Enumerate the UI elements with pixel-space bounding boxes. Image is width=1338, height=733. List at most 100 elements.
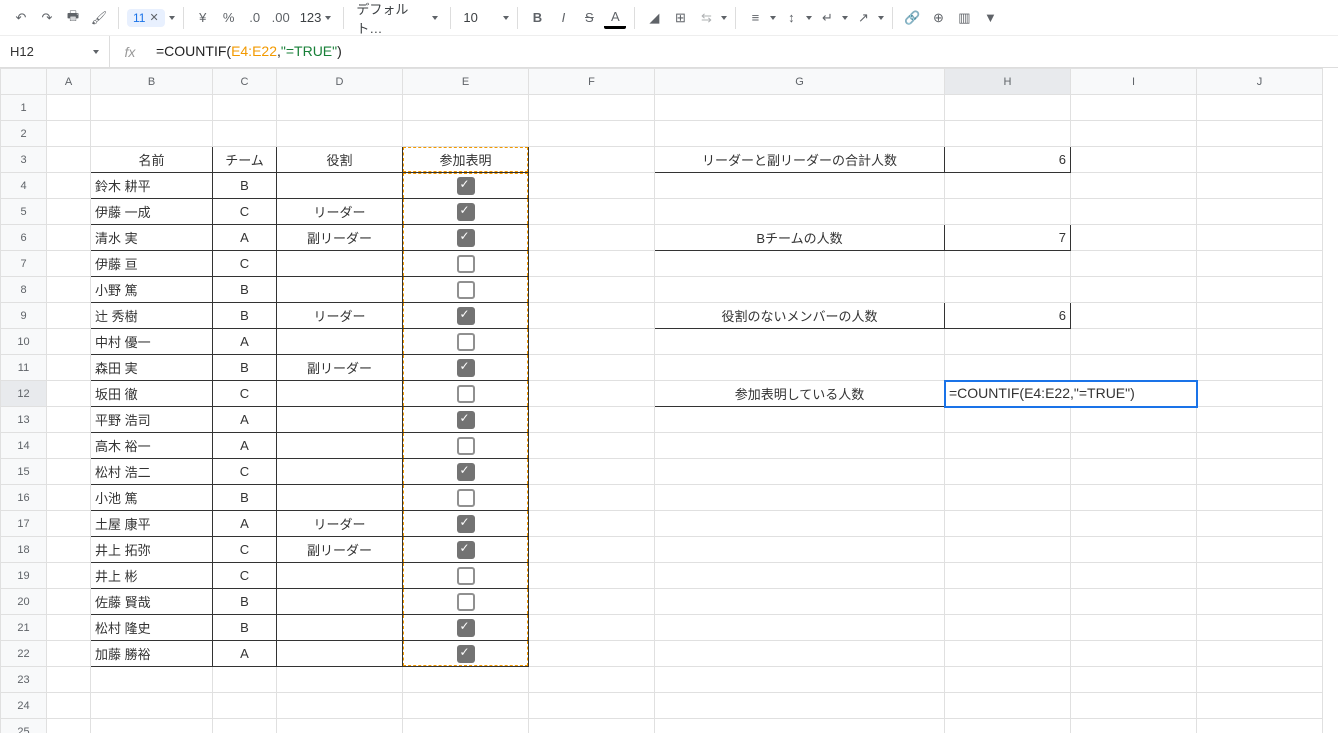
cell-H11[interactable]	[945, 355, 1071, 381]
cell-A16[interactable]	[47, 485, 91, 511]
cell-J22[interactable]	[1197, 641, 1323, 667]
cell-G10[interactable]	[655, 329, 945, 355]
cell-F24[interactable]	[529, 693, 655, 719]
column-header-E[interactable]: E	[403, 69, 529, 95]
cell-F17[interactable]	[529, 511, 655, 537]
row-header-3[interactable]: 3	[1, 147, 47, 173]
fill-color-icon[interactable]: ◢	[643, 7, 665, 29]
cell-B17[interactable]: 土屋 康平	[91, 511, 213, 537]
cell-C16[interactable]: B	[213, 485, 277, 511]
cell-F9[interactable]	[529, 303, 655, 329]
cell-J23[interactable]	[1197, 667, 1323, 693]
cell-A17[interactable]	[47, 511, 91, 537]
cell-E18[interactable]	[403, 537, 529, 563]
cell-I7[interactable]	[1071, 251, 1197, 277]
cell-C4[interactable]: B	[213, 173, 277, 199]
formula-input[interactable]: =COUNTIF(E4:E22,"=TRUE")	[150, 43, 1338, 60]
font-family-dropdown[interactable]: デフォルト…	[352, 0, 442, 37]
cell-J25[interactable]	[1197, 719, 1323, 733]
zoom-dropdown-icon[interactable]	[169, 16, 175, 20]
row-header-18[interactable]: 18	[1, 537, 47, 563]
zoom-close-icon[interactable]: ✕	[149, 11, 158, 24]
spreadsheet-grid[interactable]: ABCDEFGHIJ123名前チーム役割参加表明リーダーと副リーダーの合計人数6…	[0, 68, 1338, 733]
cell-H14[interactable]	[945, 433, 1071, 459]
cell-J21[interactable]	[1197, 615, 1323, 641]
cell-B2[interactable]	[91, 121, 213, 147]
cell-G1[interactable]	[655, 95, 945, 121]
cell-I15[interactable]	[1071, 459, 1197, 485]
cell-B20[interactable]: 佐藤 賢哉	[91, 589, 213, 615]
cell-G15[interactable]	[655, 459, 945, 485]
cell-G6[interactable]: Bチームの人数	[655, 225, 945, 251]
cell-B9[interactable]: 辻 秀樹	[91, 303, 213, 329]
cell-E19[interactable]	[403, 563, 529, 589]
cell-D17[interactable]: リーダー	[277, 511, 403, 537]
cell-E14[interactable]	[403, 433, 529, 459]
cell-B25[interactable]	[91, 719, 213, 733]
cell-C3[interactable]: チーム	[213, 147, 277, 173]
cell-E12[interactable]	[403, 381, 529, 407]
column-header-I[interactable]: I	[1071, 69, 1197, 95]
row-header-5[interactable]: 5	[1, 199, 47, 225]
merge-dropdown-icon[interactable]	[721, 16, 727, 20]
link-icon[interactable]: 🔗	[901, 7, 923, 29]
cell-A13[interactable]	[47, 407, 91, 433]
row-header-7[interactable]: 7	[1, 251, 47, 277]
cell-H25[interactable]	[945, 719, 1071, 733]
cell-G18[interactable]	[655, 537, 945, 563]
cell-H10[interactable]	[945, 329, 1071, 355]
row-header-1[interactable]: 1	[1, 95, 47, 121]
cell-G16[interactable]	[655, 485, 945, 511]
row-header-23[interactable]: 23	[1, 667, 47, 693]
cell-F16[interactable]	[529, 485, 655, 511]
cell-H7[interactable]	[945, 251, 1071, 277]
cell-C11[interactable]: B	[213, 355, 277, 381]
cell-E22[interactable]	[403, 641, 529, 667]
cell-E20[interactable]	[403, 589, 529, 615]
cell-F23[interactable]	[529, 667, 655, 693]
cell-G2[interactable]	[655, 121, 945, 147]
cell-E6[interactable]	[403, 225, 529, 251]
increase-decimal-icon[interactable]: .00	[270, 7, 292, 29]
row-header-21[interactable]: 21	[1, 615, 47, 641]
cell-I21[interactable]	[1071, 615, 1197, 641]
cell-A24[interactable]	[47, 693, 91, 719]
column-header-D[interactable]: D	[277, 69, 403, 95]
cell-C13[interactable]: A	[213, 407, 277, 433]
cell-I25[interactable]	[1071, 719, 1197, 733]
cell-A3[interactable]	[47, 147, 91, 173]
cell-D12[interactable]	[277, 381, 403, 407]
cell-H5[interactable]	[945, 199, 1071, 225]
cell-C14[interactable]: A	[213, 433, 277, 459]
row-header-22[interactable]: 22	[1, 641, 47, 667]
cell-F6[interactable]	[529, 225, 655, 251]
cell-G11[interactable]	[655, 355, 945, 381]
cell-E5[interactable]	[403, 199, 529, 225]
cell-G22[interactable]	[655, 641, 945, 667]
cell-D10[interactable]	[277, 329, 403, 355]
horizontal-align-icon[interactable]: ≡	[744, 7, 766, 29]
number-format-dropdown[interactable]: 123	[296, 10, 336, 25]
cell-H2[interactable]	[945, 121, 1071, 147]
cell-A25[interactable]	[47, 719, 91, 733]
checkbox[interactable]	[457, 619, 475, 637]
cell-I24[interactable]	[1071, 693, 1197, 719]
cell-D19[interactable]	[277, 563, 403, 589]
cell-D7[interactable]	[277, 251, 403, 277]
cell-I17[interactable]	[1071, 511, 1197, 537]
cell-A6[interactable]	[47, 225, 91, 251]
cell-G14[interactable]	[655, 433, 945, 459]
cell-B3[interactable]: 名前	[91, 147, 213, 173]
cell-J16[interactable]	[1197, 485, 1323, 511]
cell-F13[interactable]	[529, 407, 655, 433]
font-size-arrow-icon[interactable]	[503, 16, 509, 20]
font-size-dropdown[interactable]: 10	[459, 10, 499, 25]
checkbox[interactable]	[457, 567, 475, 585]
cell-I16[interactable]	[1071, 485, 1197, 511]
cell-C21[interactable]: B	[213, 615, 277, 641]
cell-J1[interactable]	[1197, 95, 1323, 121]
cell-G9[interactable]: 役割のないメンバーの人数	[655, 303, 945, 329]
checkbox[interactable]	[457, 645, 475, 663]
cell-F11[interactable]	[529, 355, 655, 381]
vertical-align-icon[interactable]: ↕	[780, 7, 802, 29]
